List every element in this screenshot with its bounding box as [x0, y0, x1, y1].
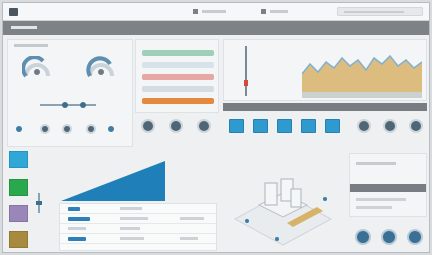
- round-button[interactable]: [357, 119, 371, 133]
- sparkline-red: [142, 74, 214, 80]
- area-chart: [302, 54, 422, 98]
- round-button[interactable]: [409, 119, 423, 133]
- app-logo-icon[interactable]: [9, 8, 18, 16]
- knob-button[interactable]: [40, 124, 50, 134]
- sparkline-green: [142, 50, 214, 56]
- search-input[interactable]: [337, 7, 423, 16]
- color-tile-gold[interactable]: [9, 231, 28, 248]
- knob-button[interactable]: [62, 124, 72, 134]
- vertical-slider[interactable]: [35, 193, 43, 213]
- gauge-left: [22, 56, 50, 78]
- isometric-illustration: [233, 178, 333, 246]
- data-table: [59, 203, 217, 251]
- table-cell: [68, 237, 86, 241]
- gauge-right: [86, 56, 114, 78]
- table-cell: [180, 217, 204, 220]
- table-cell: [68, 227, 86, 230]
- sparklines-panel: [135, 39, 219, 113]
- table-cell: [120, 237, 144, 240]
- section-bar: [223, 103, 427, 111]
- nav-bar: [3, 21, 429, 35]
- slider-handle[interactable]: [80, 102, 86, 108]
- nav-title: [11, 26, 37, 29]
- vertical-scale-bar: [244, 46, 248, 96]
- area-chart-panel: [223, 39, 427, 101]
- indicator-dot: [108, 126, 114, 132]
- sparkline-gray: [142, 86, 214, 92]
- table-cell: [120, 207, 142, 210]
- round-button[interactable]: [383, 119, 397, 133]
- panel-bar: [350, 184, 426, 192]
- top-menu-item[interactable]: [193, 9, 233, 15]
- round-button[interactable]: [169, 119, 183, 133]
- square-button[interactable]: [325, 119, 340, 133]
- sparkline-gray: [142, 62, 214, 68]
- gauges-panel: [7, 39, 133, 147]
- top-menu-item[interactable]: [261, 9, 301, 15]
- color-tile-green[interactable]: [9, 179, 28, 196]
- ring-button[interactable]: [381, 229, 397, 245]
- table-row[interactable]: [60, 234, 216, 244]
- info-panel: [349, 153, 427, 217]
- table-cell: [120, 217, 148, 220]
- table-row[interactable]: [60, 214, 216, 224]
- table-row[interactable]: [60, 204, 216, 214]
- table-row[interactable]: [60, 224, 216, 234]
- table-cell: [180, 237, 198, 240]
- round-button[interactable]: [141, 119, 155, 133]
- knob-button[interactable]: [86, 124, 96, 134]
- panel-title: [14, 44, 48, 47]
- table-cell: [120, 227, 140, 230]
- dashboard-window: [2, 2, 430, 253]
- table-cell: [68, 217, 90, 221]
- indicator-dot: [16, 126, 22, 132]
- square-button[interactable]: [277, 119, 292, 133]
- slider-handle[interactable]: [62, 102, 68, 108]
- color-tile-purple[interactable]: [9, 205, 28, 222]
- ring-button[interactable]: [355, 229, 371, 245]
- sparkline-orange: [142, 98, 214, 104]
- round-button[interactable]: [197, 119, 211, 133]
- table-cell: [68, 207, 80, 211]
- ramp-chart: [61, 161, 165, 201]
- square-button[interactable]: [253, 119, 268, 133]
- horizontal-slider[interactable]: [40, 102, 96, 108]
- square-button[interactable]: [229, 119, 244, 133]
- top-bar: [3, 3, 429, 21]
- color-tile-cyan[interactable]: [9, 151, 28, 168]
- square-button[interactable]: [301, 119, 316, 133]
- ring-button[interactable]: [407, 229, 423, 245]
